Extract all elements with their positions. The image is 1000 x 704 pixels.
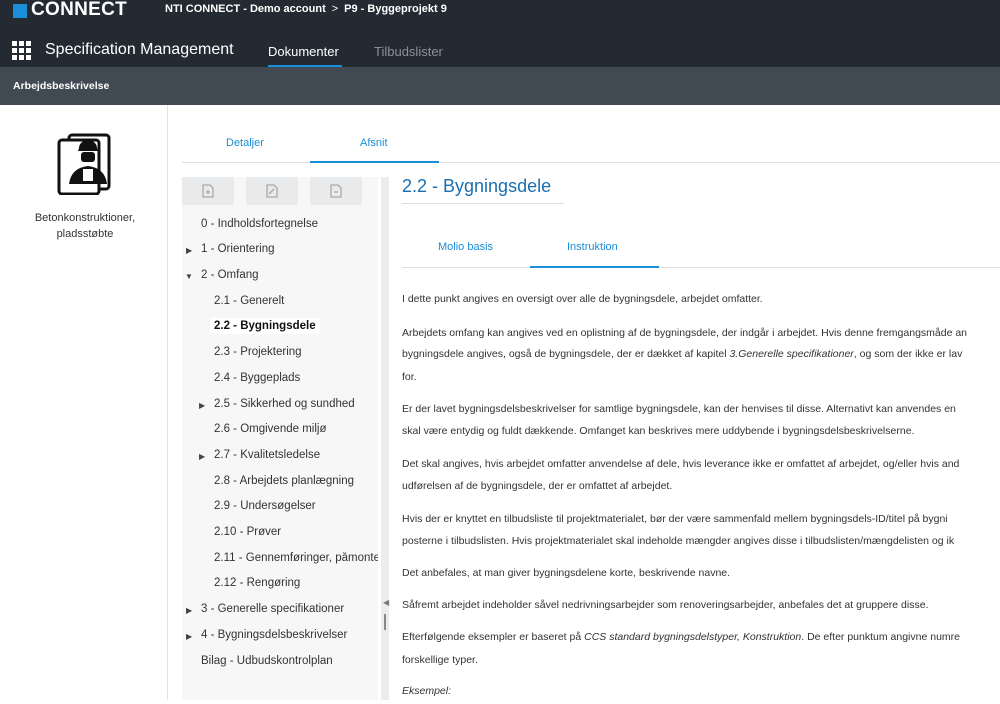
tree-item-2-6[interactable]: 2.6 - Omgivende miljø [214,423,326,435]
tree-item-1[interactable]: 1 - Orientering [201,243,275,255]
paragraph: udførelsen af de bygningsdele, der er om… [402,480,673,492]
edit-section-button[interactable] [246,177,298,205]
top-header: CONNECT NTI CONNECT - Demo account > P9 - … [0,0,1000,67]
paragraph: for. [402,371,417,383]
sub-header: Arbejdsbeskrivelse [0,67,1000,105]
collapse-arrow-icon[interactable]: ▼ [185,272,193,281]
app-title: Specification Management [45,41,234,58]
tree-item-2-8[interactable]: 2.8 - Arbejdets planlægning [214,475,354,487]
tree-item-4[interactable]: 4 - Bygningsdelsbeskrivelser [201,629,347,641]
paragraph: Såfremt arbejdet indeholder såvel nedriv… [402,599,929,611]
tree-item-0[interactable]: 0 - Indholdsfortegnelse [201,218,318,230]
breadcrumb-separator: > [331,3,339,15]
sub-header-title: Arbejdsbeskrivelse [13,80,110,92]
app-grid-icon[interactable] [12,41,32,60]
section-tree [182,177,378,700]
tree-item-2[interactable]: 2 - Omfang [201,269,259,281]
expand-arrow-icon[interactable]: ▶ [186,632,192,641]
add-document-icon [202,184,214,198]
tree-item-2-12[interactable]: 2.12 - Rengøring [214,577,300,589]
nav-tab-dokumenter[interactable]: Dokumenter [268,44,339,59]
tabs-divider [182,162,1000,163]
tree-item-2-7[interactable]: 2.7 - Kvalitetsledelse [214,449,320,461]
section-title: 2.2 - Bygningsdele [402,176,552,196]
tree-item-2-4[interactable]: 2.4 - Byggeplads [214,372,300,384]
expand-arrow-icon[interactable]: ▶ [186,246,192,255]
tab-active-indicator [310,161,439,163]
expand-arrow-icon[interactable]: ▶ [186,606,192,615]
breadcrumb: NTI CONNECT - Demo account > P9 - Byggepro… [165,3,447,15]
tree-item-2-2-selected[interactable]: 2.2 - Bygningsdele [210,318,320,334]
expand-arrow-icon[interactable]: ▶ [199,452,205,461]
tree-item-2-1[interactable]: 2.1 - Generelt [214,295,284,307]
tree-item-2-9[interactable]: 2.9 - Undersøgelser [214,500,316,512]
content-tab-active-indicator [530,266,659,268]
remove-document-icon [330,184,342,198]
document-worker-icon [57,133,111,195]
logo-square-icon [13,4,27,18]
tree-item-2-11[interactable]: 2.11 - Gennemføringer, påmonter [214,552,378,564]
tab-detaljer[interactable]: Detaljer [226,137,264,149]
tab-instruktion[interactable]: Instruktion [567,241,618,253]
document-name: Betonkonstruktioner, pladsstøbte [34,212,136,240]
tree-item-2-3[interactable]: 2.3 - Projektering [214,346,302,358]
paragraph: skal være entydig og fuldt dækkende. Omf… [402,425,915,437]
collapse-left-icon[interactable]: ◀ [383,598,389,607]
example-label: Eksempel: [402,685,452,697]
tab-afsnit[interactable]: Afsnit [360,137,388,149]
tree-item-2-10[interactable]: 2.10 - Prøver [214,526,281,538]
tab-molio-basis[interactable]: Molio basis [438,241,493,253]
document-info-panel: Betonkonstruktioner, pladsstøbte [0,105,168,700]
nav-tab-tilbudslister[interactable]: Tilbudslister [374,44,443,59]
breadcrumb-account[interactable]: NTI CONNECT - Demo account [165,3,326,15]
add-section-button[interactable] [182,177,234,205]
tree-item-3[interactable]: 3 - Generelle specifikationer [201,603,344,615]
content-tabs-divider [402,267,1000,268]
delete-section-button[interactable] [310,177,362,205]
paragraph: posterne i tilbudslisten. Hvis projektma… [402,535,955,547]
title-divider [402,203,564,204]
logo-text[interactable]: CONNECT [31,0,127,21]
paragraph: Det anbefales, at man giver bygningsdele… [402,567,731,579]
paragraph: forskellige typer. [402,654,478,666]
breadcrumb-project[interactable]: P9 - Byggeprojekt 9 [344,3,447,15]
edit-document-icon [266,184,278,198]
tree-item-bilag[interactable]: Bilag - Udbudskontrolplan [201,655,333,667]
expand-arrow-icon[interactable]: ▶ [199,401,205,410]
tree-item-2-5[interactable]: 2.5 - Sikkerhed og sundhed [214,398,355,410]
paragraph: I dette punkt angives en oversigt over a… [402,293,763,305]
splitter-grip-icon[interactable] [384,614,386,630]
